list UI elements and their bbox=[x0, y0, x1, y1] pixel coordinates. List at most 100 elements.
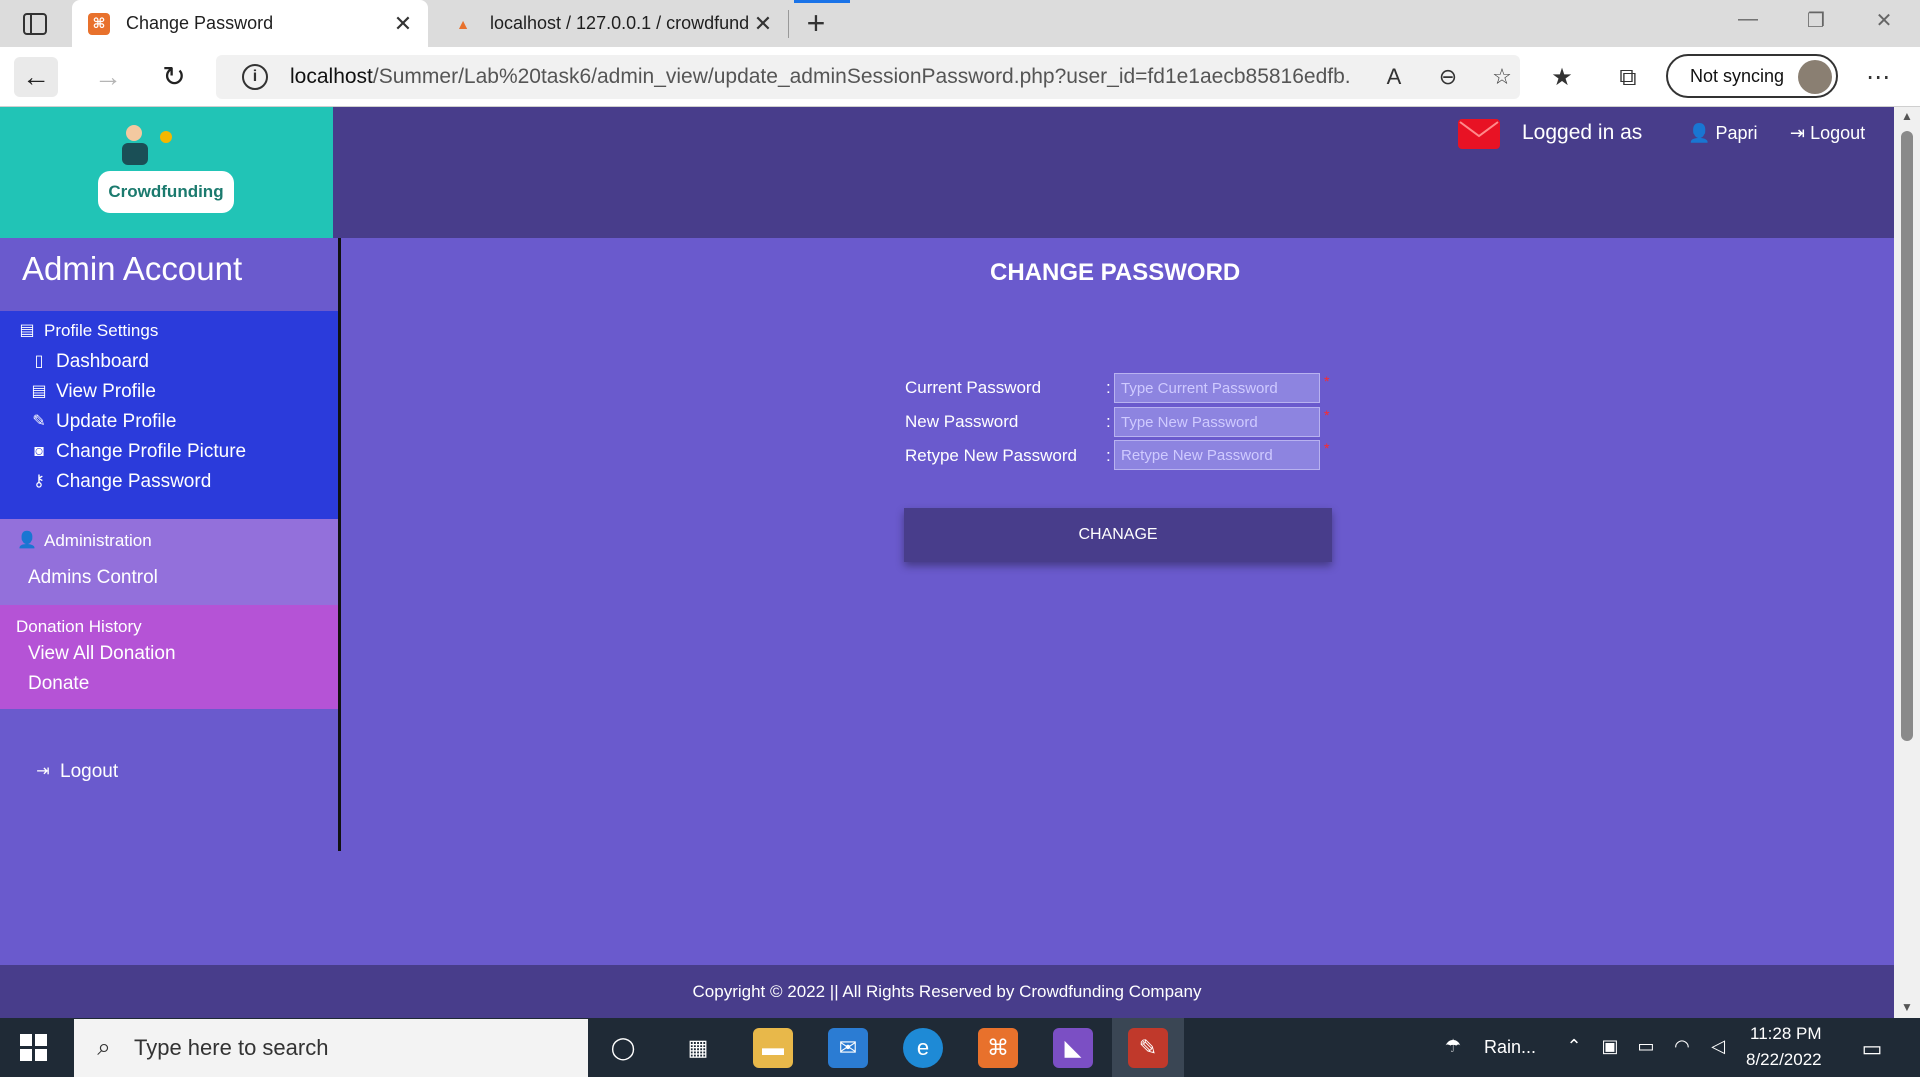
logo[interactable]: Crowdfunding bbox=[0, 107, 333, 238]
item-label: View Profile bbox=[56, 381, 156, 402]
logout-label: Logout bbox=[1810, 123, 1866, 143]
read-aloud-icon[interactable]: A bbox=[1374, 55, 1414, 99]
item-label: Donate bbox=[28, 673, 90, 694]
colon: : bbox=[1106, 412, 1111, 431]
reload-icon[interactable]: ↻ bbox=[152, 57, 196, 97]
weather-text[interactable]: Rain... bbox=[1484, 1037, 1536, 1058]
notifications-icon[interactable]: ▭ bbox=[1860, 1036, 1884, 1062]
logout-icon: ⇥ bbox=[1790, 123, 1806, 143]
copyright-text: Copyright © 2022 || All Rights Reserved … bbox=[692, 982, 1202, 1001]
tab-title: Change Password bbox=[126, 13, 274, 33]
sync-label: Not syncing bbox=[1690, 65, 1785, 86]
browser-tab[interactable]: ▲ localhost / 127.0.0.1 / crowdfund ✕ bbox=[436, 0, 788, 47]
colon: : bbox=[1106, 378, 1111, 397]
scrollbar-thumb[interactable] bbox=[1901, 131, 1913, 741]
site-header: Crowdfunding Logged in as 👤 Papri ⇥ Logo… bbox=[0, 107, 1894, 238]
sidebar-heading-admin: 👤 Administration bbox=[16, 531, 152, 551]
browser-tab-active[interactable]: ⌘ Change Password ✕ bbox=[72, 0, 428, 47]
scroll-down-icon[interactable]: ▼ bbox=[1900, 1000, 1914, 1014]
favorites-icon[interactable]: ★ bbox=[1542, 58, 1582, 98]
profile-sync-button[interactable]: Not syncing bbox=[1666, 54, 1838, 98]
retype-password-label: Retype New Password bbox=[905, 446, 1077, 465]
minimize-icon[interactable]: — bbox=[1728, 8, 1768, 31]
current-password-label: Current Password bbox=[905, 378, 1042, 397]
heading-label: Profile Settings bbox=[44, 321, 159, 340]
close-window-icon[interactable]: ✕ bbox=[1864, 8, 1904, 33]
tab-loading-indicator bbox=[794, 0, 850, 3]
heading-label: Donation History bbox=[16, 617, 142, 636]
sidebar-item-admins-control[interactable]: Admins Control bbox=[28, 567, 158, 589]
add-favorite-icon[interactable]: ☆ bbox=[1482, 55, 1522, 99]
tab-actions-icon[interactable] bbox=[20, 12, 50, 36]
zoom-out-icon[interactable]: ⊖ bbox=[1428, 55, 1468, 99]
chevron-up-icon[interactable]: ⌃ bbox=[1562, 1036, 1586, 1057]
logout-icon: ⇥ bbox=[36, 763, 50, 780]
url-text[interactable]: localhost/Summer/Lab%20task6/admin_view/… bbox=[290, 65, 1350, 89]
battery-icon[interactable]: ▭ bbox=[1634, 1036, 1658, 1057]
more-options-icon[interactable]: ⋯ bbox=[1858, 58, 1898, 98]
colon: : bbox=[1106, 446, 1111, 465]
xampp-icon: ⌘ bbox=[88, 12, 110, 35]
weather-icon[interactable]: ☂ bbox=[1441, 1036, 1465, 1057]
page-title: CHANGE PASSWORD bbox=[990, 259, 1241, 286]
sidebar-item-view-all-donation[interactable]: View All Donation bbox=[28, 643, 176, 665]
forward-icon[interactable]: → bbox=[86, 57, 130, 97]
volume-muted-icon[interactable]: ◁ bbox=[1706, 1036, 1730, 1057]
wifi-icon[interactable]: ◠ bbox=[1670, 1036, 1694, 1057]
task-view-icon[interactable]: ▦ bbox=[678, 1028, 718, 1068]
page-scrollbar[interactable]: ▲ ▼ bbox=[1894, 107, 1920, 1018]
key-icon: ⚷ bbox=[33, 473, 45, 490]
cortana-icon[interactable]: ◯ bbox=[603, 1028, 643, 1068]
sidebar-heading-profile: ▤ Profile Settings bbox=[16, 321, 158, 341]
close-tab-icon[interactable]: ✕ bbox=[748, 11, 778, 37]
sidebar: Admin Account ▤ Profile Settings ▯ Dashboa… bbox=[0, 238, 341, 851]
site-info-icon[interactable]: i bbox=[242, 64, 268, 90]
sidebar-logout-link[interactable]: ⇥ Logout bbox=[32, 761, 118, 783]
visual-studio-icon[interactable]: ◣ bbox=[1053, 1028, 1093, 1068]
mail-app-icon[interactable]: ✉ bbox=[828, 1028, 868, 1068]
address-bar[interactable]: i localhost/Summer/Lab%20task6/admin_vie… bbox=[216, 55, 1520, 99]
url-host: localhost bbox=[290, 65, 373, 88]
browser-tab-bar: ⌘ Change Password ✕ ▲ localhost / 127.0.… bbox=[0, 0, 1920, 47]
taskbar-active-app[interactable]: ✎ bbox=[1112, 1018, 1184, 1077]
user-name: Papri bbox=[1715, 123, 1758, 143]
current-password-input[interactable] bbox=[1114, 373, 1320, 403]
meet-now-icon[interactable]: ▣ bbox=[1598, 1036, 1622, 1057]
item-label: Change Profile Picture bbox=[56, 441, 247, 462]
new-password-input[interactable] bbox=[1114, 407, 1320, 437]
xampp-icon[interactable]: ⌘ bbox=[978, 1028, 1018, 1068]
item-label: Change Password bbox=[56, 471, 212, 492]
change-password-button[interactable]: CHANAGE bbox=[904, 508, 1332, 562]
sidebar-item-change-picture[interactable]: ◙ Change Profile Picture bbox=[28, 441, 246, 463]
sidebar-item-change-password[interactable]: ⚷ Change Password bbox=[28, 471, 211, 493]
edge-icon[interactable]: e bbox=[903, 1028, 943, 1068]
clock-time[interactable]: 11:28 PM bbox=[1750, 1024, 1822, 1044]
close-tab-icon[interactable]: ✕ bbox=[388, 11, 418, 37]
sidebar-item-view-profile[interactable]: ▤ View Profile bbox=[28, 381, 156, 403]
sidebar-item-donate[interactable]: Donate bbox=[28, 673, 89, 695]
sidebar-section-admin: 👤 Administration Admins Control bbox=[0, 519, 338, 605]
file-explorer-icon[interactable]: ▬ bbox=[753, 1028, 793, 1068]
collections-icon[interactable]: ⧉ bbox=[1608, 58, 1648, 98]
logo-illustration-icon bbox=[122, 125, 172, 165]
sidebar-item-dashboard[interactable]: ▯ Dashboard bbox=[28, 351, 149, 373]
item-label: Admins Control bbox=[28, 567, 158, 588]
sidebar-item-update-profile[interactable]: ✎ Update Profile bbox=[28, 411, 176, 433]
restore-icon[interactable]: ❐ bbox=[1796, 8, 1836, 33]
header-user-link[interactable]: 👤 Papri bbox=[1688, 123, 1757, 144]
clock-date[interactable]: 8/22/2022 bbox=[1746, 1050, 1822, 1070]
scroll-up-icon[interactable]: ▲ bbox=[1900, 109, 1914, 123]
header-logout-link[interactable]: ⇥ Logout bbox=[1790, 123, 1865, 144]
tab-separator bbox=[788, 10, 789, 38]
id-card-icon: ▤ bbox=[19, 322, 35, 339]
new-password-label: New Password bbox=[905, 412, 1019, 431]
page-viewport: Crowdfunding Logged in as 👤 Papri ⇥ Logo… bbox=[0, 107, 1894, 1018]
mail-icon[interactable] bbox=[1458, 119, 1500, 149]
taskbar-search-input[interactable]: ⌕ Type here to search bbox=[74, 1019, 588, 1077]
item-label: Update Profile bbox=[56, 411, 177, 432]
sidebar-title: Admin Account bbox=[22, 250, 243, 287]
retype-password-input[interactable] bbox=[1114, 440, 1320, 470]
new-tab-icon[interactable]: + bbox=[800, 6, 832, 40]
back-icon[interactable]: ← bbox=[14, 57, 58, 97]
windows-start-icon[interactable] bbox=[20, 1034, 48, 1062]
